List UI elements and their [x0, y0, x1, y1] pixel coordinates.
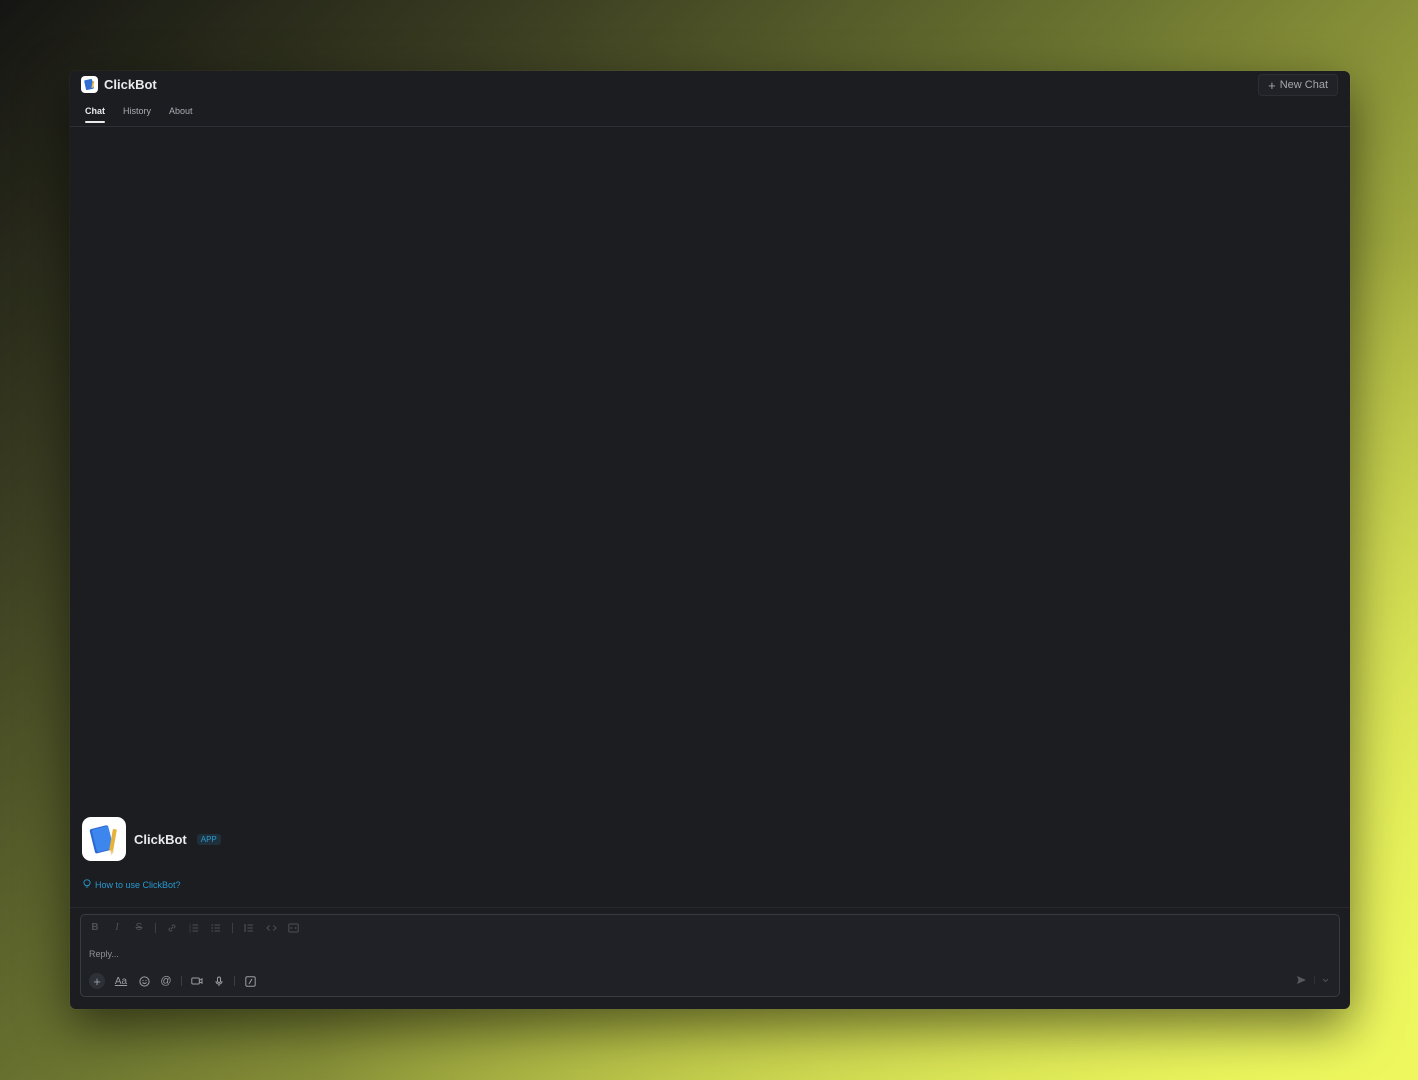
toolbar-separator	[232, 922, 233, 933]
mention-icon[interactable]: @	[159, 974, 173, 988]
slash-command-icon[interactable]	[243, 974, 257, 988]
bulleted-list-icon[interactable]	[210, 921, 222, 934]
reply-input[interactable]	[89, 946, 1289, 962]
app-window: ClickBot + New Chat Chat History About C…	[70, 71, 1350, 1009]
send-controls	[1294, 973, 1329, 987]
tab-about[interactable]: About	[169, 106, 193, 122]
link-icon[interactable]	[166, 921, 178, 934]
app-header: ClickBot + New Chat Chat History About	[70, 71, 1350, 127]
code-icon[interactable]	[265, 921, 277, 934]
italic-icon[interactable]: I	[111, 921, 123, 934]
emoji-icon[interactable]	[137, 974, 151, 988]
strikethrough-icon[interactable]: S	[133, 921, 145, 934]
bot-intro: ClickBot APP	[82, 817, 221, 861]
tab-history[interactable]: History	[123, 106, 151, 122]
bot-name[interactable]: ClickBot	[134, 832, 187, 847]
microphone-icon[interactable]	[212, 974, 226, 988]
toolbar-separator	[181, 976, 182, 986]
video-icon[interactable]	[190, 974, 204, 988]
bold-icon[interactable]: B	[89, 921, 101, 934]
plus-icon: +	[1268, 77, 1276, 93]
app-title: ClickBot	[104, 76, 157, 92]
plus-icon[interactable]: +	[89, 973, 105, 989]
ordered-list-icon[interactable]: 123	[188, 921, 200, 934]
clickbot-notebook-icon	[89, 825, 117, 855]
toolbar-separator	[155, 922, 156, 933]
help-link-text: How to use ClickBot?	[95, 880, 181, 890]
help-link[interactable]: How to use ClickBot?	[83, 879, 181, 891]
divider	[70, 907, 1350, 908]
chevron-down-icon[interactable]	[1321, 973, 1329, 987]
tab-chat[interactable]: Chat	[85, 106, 105, 123]
bot-avatar[interactable]	[82, 817, 126, 861]
code-block-icon[interactable]	[287, 921, 299, 934]
app-badge: APP	[196, 833, 221, 845]
toolbar-separator	[234, 976, 235, 986]
svg-text:3: 3	[189, 929, 191, 933]
new-chat-button[interactable]: + New Chat	[1258, 74, 1338, 96]
formatting-toolbar: B I S 123	[89, 921, 299, 934]
lightbulb-icon	[83, 879, 91, 891]
send-icon[interactable]	[1294, 973, 1308, 987]
new-chat-label: New Chat	[1279, 79, 1328, 91]
text-format-icon[interactable]: Aa	[113, 974, 129, 988]
tab-bar: Chat History About	[85, 106, 193, 123]
toolbar-separator	[1314, 976, 1315, 984]
blockquote-icon[interactable]	[243, 921, 255, 934]
composer-actions: + Aa @	[89, 973, 257, 989]
brand: ClickBot	[81, 76, 157, 93]
clickbot-logo-icon	[81, 76, 98, 93]
message-composer: B I S 123 +	[80, 914, 1340, 997]
